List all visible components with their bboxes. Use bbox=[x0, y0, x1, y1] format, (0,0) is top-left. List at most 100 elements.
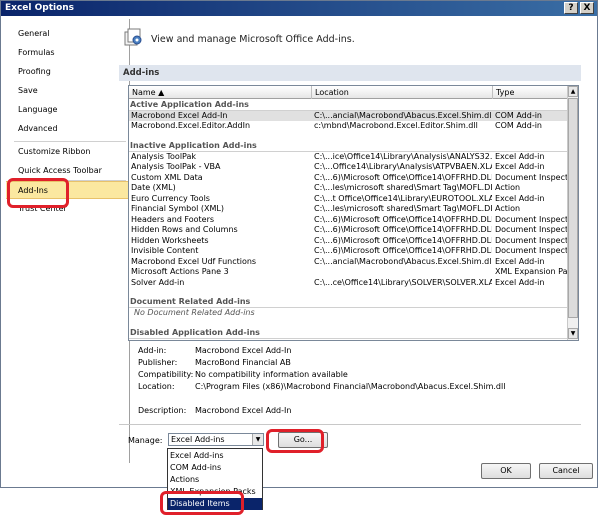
cell-name: Date (XML) bbox=[131, 183, 176, 192]
sidebar-item-advanced[interactable]: Advanced bbox=[6, 120, 129, 138]
location-label: Location: bbox=[138, 382, 175, 391]
empty-group-text: No Document Related Add-ins bbox=[134, 307, 255, 317]
cell-name: Microsoft Actions Pane 3 bbox=[131, 267, 229, 276]
table-row[interactable]: Analysis ToolPak - VBA C:\...Office14\Li… bbox=[129, 162, 568, 173]
cell-type: Excel Add-in bbox=[495, 151, 545, 161]
scroll-down-icon[interactable]: ▼ bbox=[568, 328, 578, 339]
table-row[interactable]: Euro Currency Tools C:\...t Office\Offic… bbox=[129, 194, 568, 205]
cell-type: Excel Add-in bbox=[495, 162, 545, 171]
column-header-type[interactable]: Type bbox=[493, 86, 568, 99]
sidebar-item-save[interactable]: Save bbox=[6, 82, 129, 100]
sidebar-item-customize-ribbon[interactable]: Customize Ribbon bbox=[6, 143, 129, 161]
cell-location: C:\...ice\Office14\Library\Analysis\ANAL… bbox=[314, 151, 492, 161]
section-title: Add-ins bbox=[119, 65, 581, 81]
table-row[interactable]: Microsoft Actions Pane 3 XML Expansion P… bbox=[129, 267, 568, 278]
addins-list[interactable]: Name ▲ Location Type Active Application … bbox=[128, 85, 579, 341]
cell-location: C:\...ce\Office14\Library\SOLVER\SOLVER.… bbox=[314, 277, 492, 287]
dropdown-option-actions[interactable]: Actions bbox=[168, 474, 262, 486]
sidebar-item-general[interactable]: General bbox=[6, 25, 129, 43]
table-row[interactable]: Invisible Content C:\...6)\Microsoft Off… bbox=[129, 246, 568, 257]
scroll-up-icon[interactable]: ▲ bbox=[568, 86, 578, 97]
compatibility-value: No compatibility information available bbox=[195, 370, 348, 379]
cell-location: C:\...t Office\Office14\Library\EUROTOOL… bbox=[314, 193, 492, 203]
close-button[interactable]: X bbox=[580, 2, 594, 14]
cell-type: Action bbox=[495, 204, 521, 213]
sidebar-divider bbox=[14, 141, 126, 142]
table-row[interactable]: Solver Add-in C:\...ce\Office14\Library\… bbox=[129, 278, 568, 289]
manage-select[interactable]: Excel Add-ins ▼ bbox=[168, 433, 264, 446]
chevron-down-icon[interactable]: ▼ bbox=[252, 434, 263, 445]
cell-location: C:\...6)\Microsoft Office\Office14\OFFRH… bbox=[314, 214, 492, 224]
sidebar-item-formulas[interactable]: Formulas bbox=[6, 44, 129, 62]
main-panel: View and manage Microsoft Office Add-ins… bbox=[113, 19, 597, 463]
highlight-disabled-items bbox=[160, 491, 244, 515]
table-row[interactable]: Hidden Rows and Columns C:\...6)\Microso… bbox=[129, 225, 568, 236]
cell-type: Document Inspector bbox=[495, 235, 568, 245]
column-header-location[interactable]: Location bbox=[312, 86, 493, 99]
table-row[interactable]: Macrobond Excel Add-In C:\...ancial\Macr… bbox=[129, 110, 568, 121]
cell-type: Document Inspector bbox=[495, 214, 568, 224]
table-row[interactable]: Date (XML) C:\...les\microsoft shared\Sm… bbox=[129, 183, 568, 194]
cell-name: Headers and Footers bbox=[131, 214, 215, 224]
group-active: Active Application Add-ins bbox=[129, 100, 568, 111]
cancel-button[interactable]: Cancel bbox=[539, 463, 593, 479]
list-header: Name ▲ Location Type bbox=[129, 86, 568, 99]
table-row[interactable]: Custom XML Data C:\...6)\Microsoft Offic… bbox=[129, 173, 568, 184]
addin-label: Add-in: bbox=[138, 346, 167, 355]
cell-name: Analysis ToolPak bbox=[131, 151, 197, 161]
addin-value: Macrobond Excel Add-In bbox=[195, 346, 292, 355]
cell-location: C:\...6)\Microsoft Office\Office14\OFFRH… bbox=[314, 235, 492, 245]
table-row[interactable]: Headers and Footers C:\...6)\Microsoft O… bbox=[129, 215, 568, 226]
cell-location: C:\...les\microsoft shared\Smart Tag\MOF… bbox=[314, 183, 492, 192]
cell-type: Document Inspector bbox=[495, 225, 568, 234]
cell-location: C:\...6)\Microsoft Office\Office14\OFFRH… bbox=[314, 246, 492, 255]
group-document-related: Document Related Add-ins bbox=[129, 297, 568, 308]
publisher-value: MacroBond Financial AB bbox=[195, 358, 291, 367]
table-row[interactable]: Financial Symbol (XML) C:\...les\microso… bbox=[129, 204, 568, 215]
cell-name: Euro Currency Tools bbox=[131, 193, 210, 203]
cell-type: COM Add-in bbox=[495, 110, 542, 120]
cell-location: C:\...Office14\Library\Analysis\ATPVBAEN… bbox=[314, 162, 492, 171]
cell-location: C:\...les\microsoft shared\Smart Tag\MOF… bbox=[314, 204, 492, 213]
cell-type: Document Inspector bbox=[495, 172, 568, 182]
cell-type: Excel Add-in bbox=[495, 256, 545, 266]
cell-name: Invisible Content bbox=[131, 246, 199, 255]
divider bbox=[119, 424, 581, 425]
table-row[interactable]: Macrobond.Excel.Editor.AddIn c:\mbnd\Mac… bbox=[129, 121, 568, 132]
description-label: Description: bbox=[138, 406, 187, 415]
dropdown-option-com-addins[interactable]: COM Add-ins bbox=[168, 462, 262, 474]
window-title: Excel Options bbox=[5, 3, 75, 13]
cell-type: Action bbox=[495, 183, 521, 192]
ok-button[interactable]: OK bbox=[481, 463, 531, 479]
cell-name: Financial Symbol (XML) bbox=[131, 204, 224, 213]
highlight-go-button bbox=[266, 429, 324, 453]
list-body: Active Application Add-ins Macrobond Exc… bbox=[129, 100, 568, 340]
table-row[interactable]: Analysis ToolPak C:\...ice\Office14\Libr… bbox=[129, 152, 568, 163]
sidebar-item-language[interactable]: Language bbox=[6, 101, 129, 119]
cell-type: Excel Add-in bbox=[495, 277, 545, 287]
highlight-add-ins bbox=[7, 178, 69, 208]
cell-name: Analysis ToolPak - VBA bbox=[131, 162, 221, 171]
compatibility-label: Compatibility: bbox=[138, 370, 194, 379]
title-bar: Excel Options ? X bbox=[1, 1, 597, 16]
addins-icon bbox=[124, 28, 142, 46]
cell-type: XML Expansion Pack bbox=[495, 267, 568, 276]
sidebar-item-proofing[interactable]: Proofing bbox=[6, 63, 129, 81]
cell-location: C:\...ancial\Macrobond\Abacus.Excel.Shim… bbox=[314, 256, 492, 266]
manage-label: Manage: bbox=[128, 436, 163, 445]
column-header-name[interactable]: Name ▲ bbox=[129, 86, 312, 99]
table-row[interactable]: Hidden Worksheets C:\...6)\Microsoft Off… bbox=[129, 236, 568, 247]
cell-type: Document Inspector bbox=[495, 246, 568, 255]
group-inactive: Inactive Application Add-ins bbox=[129, 141, 568, 152]
dropdown-option-excel-addins[interactable]: Excel Add-ins bbox=[168, 450, 262, 462]
excel-options-dialog: Excel Options ? X General Formulas Proof… bbox=[0, 0, 598, 488]
table-row[interactable]: Macrobond Excel Udf Functions C:\...anci… bbox=[129, 257, 568, 268]
cell-name: Solver Add-in bbox=[131, 277, 185, 287]
scroll-thumb[interactable] bbox=[568, 98, 578, 318]
cell-name: Hidden Worksheets bbox=[131, 235, 209, 245]
cell-name: Custom XML Data bbox=[131, 172, 203, 182]
help-button[interactable]: ? bbox=[564, 2, 578, 14]
list-scrollbar[interactable]: ▲ ▼ bbox=[567, 86, 578, 340]
description-value: Macrobond Excel Add-In bbox=[195, 406, 292, 415]
cell-name: Macrobond Excel Udf Functions bbox=[131, 256, 257, 266]
